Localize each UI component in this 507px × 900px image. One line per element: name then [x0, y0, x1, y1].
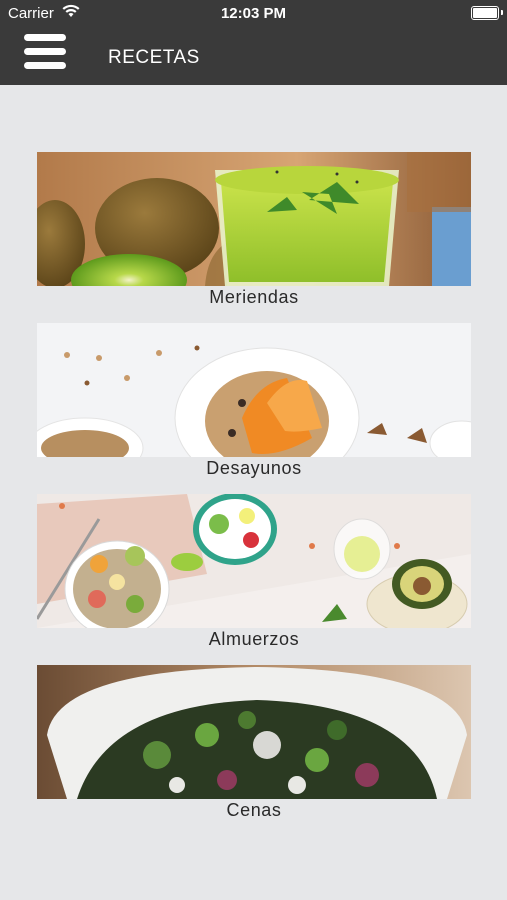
clock: 12:03 PM: [220, 5, 287, 22]
category-card-cenas[interactable]: Cenas: [37, 665, 471, 821]
almuerzos-image[interactable]: [37, 494, 471, 628]
category-label: Almuerzos: [208, 629, 300, 649]
category-card-meriendas[interactable]: Meriendas: [37, 152, 471, 308]
status-bar: Carrier 12:03 PM: [0, 0, 507, 28]
page-title: RECETAS: [108, 47, 200, 68]
category-label: Meriendas: [209, 287, 299, 307]
cenas-image[interactable]: [37, 665, 471, 799]
category-card-desayunos[interactable]: Desayunos: [37, 323, 471, 479]
category-card-almuerzos[interactable]: Almuerzos: [37, 494, 471, 650]
desayunos-image[interactable]: [37, 323, 471, 457]
category-label: Cenas: [226, 800, 282, 820]
navigation-bar: Carrier 12:03 PM RECETAS: [0, 0, 507, 85]
hamburger-menu-icon[interactable]: [24, 34, 66, 70]
battery-tip: [501, 10, 503, 15]
battery-icon: [471, 6, 499, 20]
meriendas-image[interactable]: [37, 152, 471, 286]
category-label: Desayunos: [206, 458, 302, 478]
